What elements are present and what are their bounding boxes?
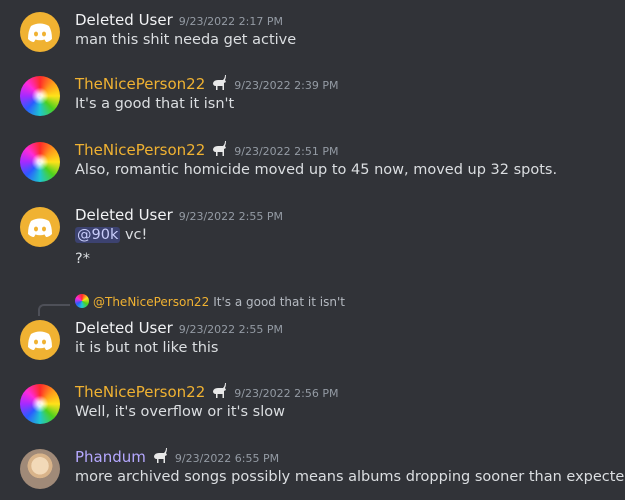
goat-emoji-icon (213, 141, 227, 156)
author-name[interactable]: TheNicePerson22 (75, 383, 205, 401)
message-header: Deleted User 9/23/2022 2:55 PM (75, 205, 283, 225)
timestamp: 9/23/2022 2:51 PM (234, 145, 339, 158)
message-text: more archived songs possibly means album… (75, 469, 625, 485)
timestamp: 9/23/2022 2:55 PM (178, 210, 283, 223)
reply-text[interactable]: It's a good that it isn't (213, 295, 345, 309)
message-header: Deleted User 9/23/2022 2:55 PM (75, 318, 283, 338)
avatar[interactable] (20, 207, 60, 247)
message-text: Also, romantic homicide moved up to 45 n… (75, 162, 558, 178)
reply-preview[interactable]: @TheNicePerson22 It's a good that it isn'… (75, 294, 345, 309)
author-name[interactable]: Phandum (75, 448, 146, 466)
message-header: TheNicePerson22 9/23/2022 2:56 PM (75, 382, 339, 402)
discord-logo-icon (28, 23, 52, 42)
discord-logo-icon (28, 331, 52, 350)
message-header: Phandum 9/23/2022 6:55 PM (75, 447, 279, 467)
avatar[interactable] (20, 449, 60, 489)
author-name[interactable]: TheNicePerson22 (75, 75, 205, 93)
message-text: man this shit needa get active (75, 32, 297, 48)
message-header: TheNicePerson22 9/23/2022 2:51 PM (75, 140, 339, 160)
reply-connector (38, 304, 70, 316)
message-text: Well, it's overflow or it's slow (75, 404, 285, 420)
user-mention[interactable]: @90k (75, 227, 121, 243)
message-header: TheNicePerson22 9/23/2022 2:39 PM (75, 74, 339, 94)
timestamp: 9/23/2022 2:17 PM (178, 15, 283, 28)
author-name[interactable]: Deleted User (75, 319, 173, 337)
message-text: It's a good that it isn't (75, 96, 235, 112)
avatar[interactable] (20, 12, 60, 52)
goat-emoji-icon (213, 75, 227, 90)
reply-avatar (75, 294, 89, 308)
message-text: @90k vc! (75, 227, 147, 243)
discord-logo-icon (28, 218, 52, 237)
avatar[interactable] (20, 76, 60, 116)
reply-author[interactable]: @TheNicePerson22 (93, 295, 209, 309)
avatar[interactable] (20, 384, 60, 424)
message-text: it is but not like this (75, 340, 219, 356)
author-name[interactable]: TheNicePerson22 (75, 141, 205, 159)
message-text-line2: ?* (75, 251, 90, 267)
timestamp: 9/23/2022 2:56 PM (234, 387, 339, 400)
message-header: Deleted User 9/23/2022 2:17 PM (75, 10, 283, 30)
goat-emoji-icon (213, 383, 227, 398)
author-name[interactable]: Deleted User (75, 11, 173, 29)
message-text-rest: vc! (120, 227, 148, 243)
author-name[interactable]: Deleted User (75, 206, 173, 224)
timestamp: 9/23/2022 6:55 PM (174, 452, 280, 465)
timestamp: 9/23/2022 2:39 PM (234, 79, 339, 92)
avatar[interactable] (20, 320, 60, 360)
goat-emoji-icon (153, 448, 167, 463)
avatar[interactable] (20, 142, 60, 182)
timestamp: 9/23/2022 2:55 PM (178, 323, 283, 336)
